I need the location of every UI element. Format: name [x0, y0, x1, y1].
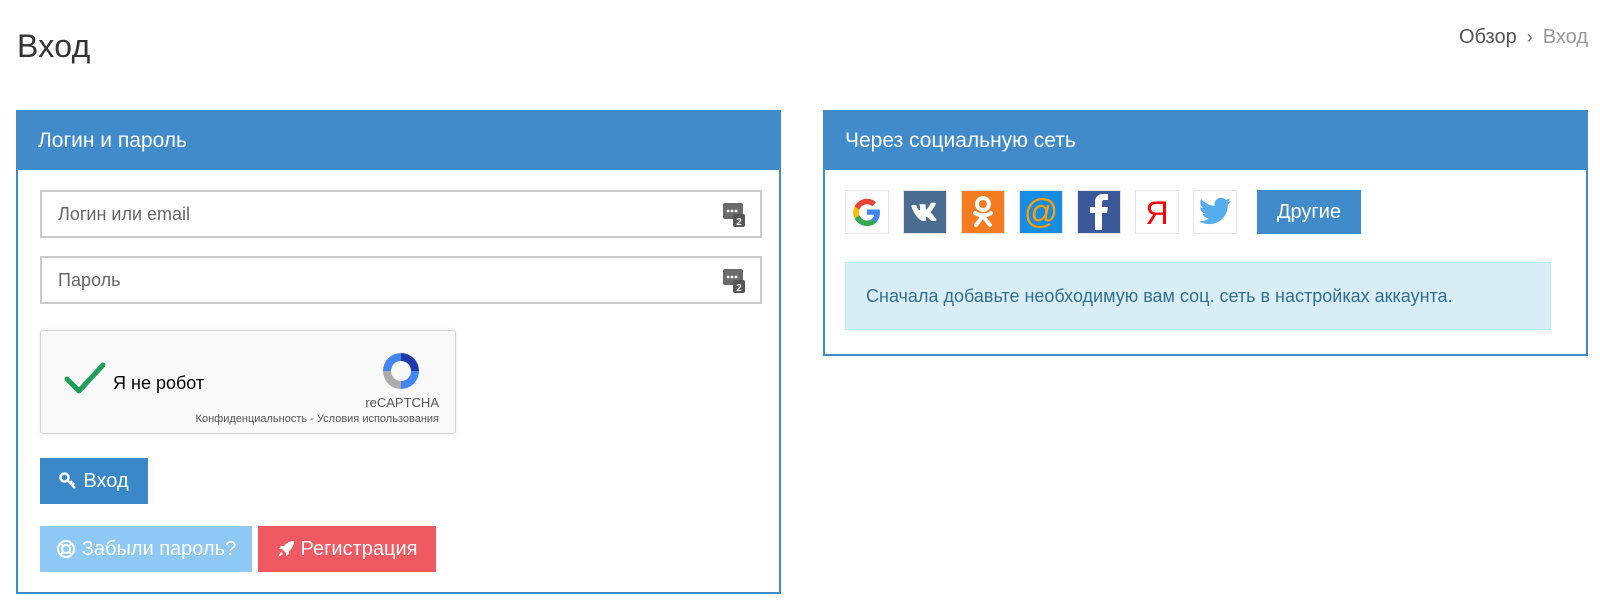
login-button-label: Вход — [83, 469, 129, 492]
page-title: Вход — [17, 28, 91, 64]
yandex-icon[interactable]: Я — [1135, 190, 1179, 234]
odnoklassniki-icon[interactable] — [961, 190, 1005, 234]
password-input[interactable] — [58, 269, 678, 291]
recaptcha-checkbox[interactable] — [63, 361, 107, 397]
svg-text:@: @ — [1024, 194, 1059, 230]
social-panel-title: Через социальную сеть — [825, 112, 1586, 170]
breadcrumb-overview-link[interactable]: Обзор — [1459, 26, 1517, 49]
recaptcha-links[interactable]: Конфиденциальность - Условия использован… — [196, 413, 439, 425]
svg-text:2: 2 — [736, 283, 742, 294]
svg-text:Я: Я — [1145, 195, 1168, 229]
login-button[interactable]: Вход — [40, 458, 148, 504]
social-provider-list: @ Я Другие — [845, 190, 1361, 234]
password-manager-icon[interactable]: 2 — [722, 268, 746, 294]
login-field-wrapper: 2 — [40, 190, 762, 238]
recaptcha-logo-icon — [383, 353, 419, 389]
register-button[interactable]: Регистрация — [258, 526, 436, 572]
svg-text:2: 2 — [736, 217, 742, 228]
forgot-password-label: Забыли пароль? — [81, 537, 237, 560]
recaptcha-widget: Я не робот reCAPTCHA Конфиденциальность … — [40, 330, 456, 434]
twitter-icon[interactable] — [1193, 190, 1237, 234]
other-providers-button[interactable]: Другие — [1257, 190, 1361, 234]
rocket-icon — [277, 541, 294, 557]
login-panel: Логин и пароль 2 2 Я не робот reCAP — [16, 110, 781, 594]
google-icon[interactable] — [845, 190, 889, 234]
key-icon — [59, 472, 77, 489]
password-field-wrapper: 2 — [40, 256, 762, 304]
password-manager-icon[interactable]: 2 — [722, 202, 746, 228]
login-input[interactable] — [58, 203, 678, 225]
breadcrumb-current: Вход — [1542, 26, 1588, 48]
forgot-password-button[interactable]: Забыли пароль? — [40, 526, 252, 572]
recaptcha-brand: reCAPTCHA — [365, 395, 439, 410]
register-label: Регистрация — [300, 537, 418, 560]
facebook-icon[interactable] — [1077, 190, 1121, 234]
mailru-icon[interactable]: @ — [1019, 190, 1063, 234]
social-info-alert: Сначала добавьте необходимую вам соц. се… — [845, 262, 1551, 330]
recaptcha-label: Я не робот — [113, 373, 205, 393]
login-panel-title: Логин и пароль — [18, 112, 779, 170]
social-login-panel: Через социальную сеть @ Я Другие Сначала… — [823, 110, 1588, 356]
lifebuoy-icon — [56, 540, 75, 558]
vk-icon[interactable] — [903, 190, 947, 234]
breadcrumb-separator: › — [1526, 27, 1533, 47]
breadcrumb: Обзор › Вход — [1459, 26, 1588, 49]
